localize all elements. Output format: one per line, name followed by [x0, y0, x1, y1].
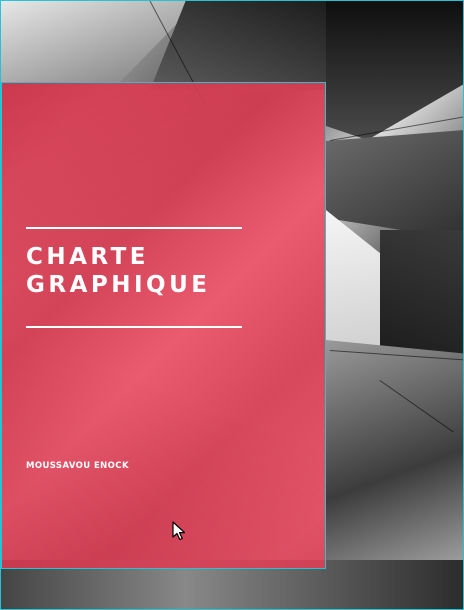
author-name[interactable]: MOUSSAVOU ENOCK [26, 461, 129, 471]
cover-title[interactable]: CHARTE GRAPHIQUE [26, 243, 211, 299]
divider-bottom [26, 326, 242, 328]
cover-title-line-2[interactable]: GRAPHIQUE [26, 271, 211, 299]
title-panel[interactable]: CHARTE GRAPHIQUE MOUSSAVOU ENOCK [1, 82, 326, 569]
background-facet [326, 130, 464, 240]
cover-page[interactable]: CHARTE GRAPHIQUE MOUSSAVOU ENOCK [0, 0, 464, 610]
mouse-pointer-icon [172, 521, 186, 541]
divider-top [26, 227, 242, 229]
cover-title-line-1[interactable]: CHARTE [26, 243, 211, 271]
